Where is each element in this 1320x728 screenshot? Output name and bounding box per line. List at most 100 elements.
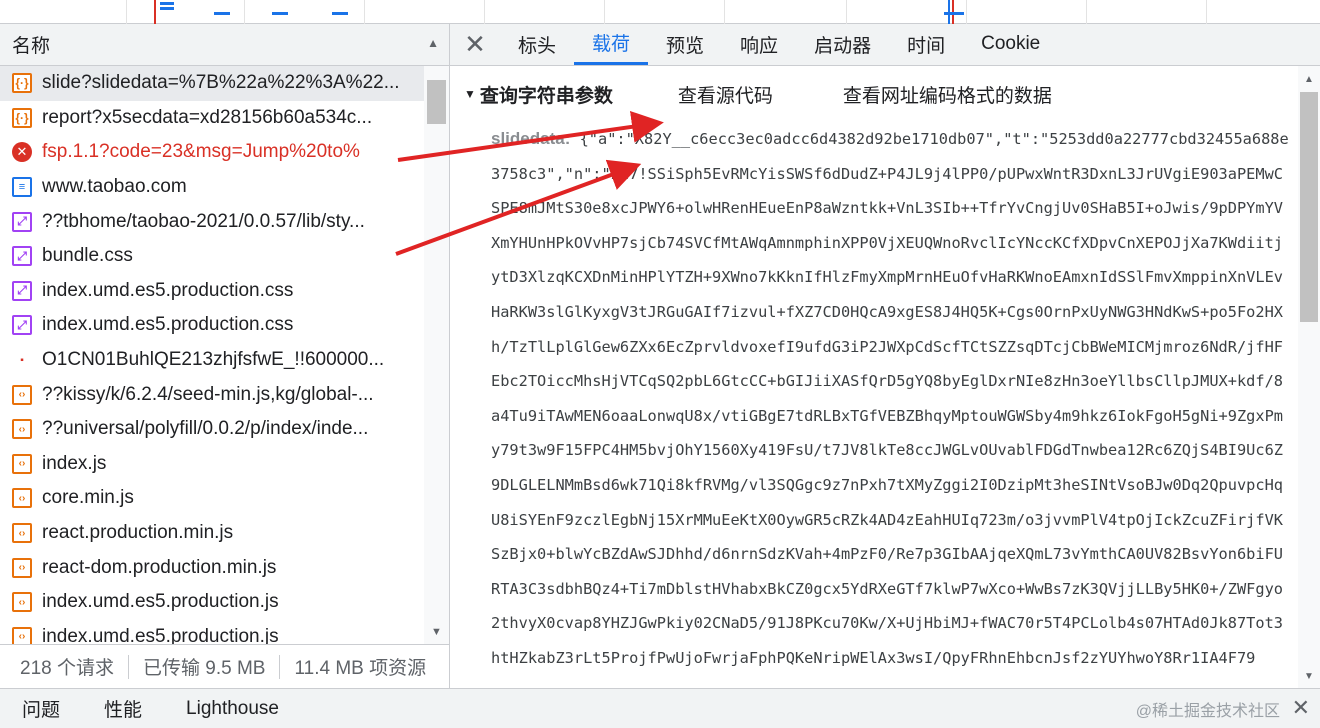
- timeline-gridline: [364, 0, 365, 24]
- drawer-tab-issues[interactable]: 问题: [0, 695, 82, 722]
- request-row[interactable]: ‹› ??kissy/k/6.2.4/seed-min.js,kg/global-…: [0, 377, 424, 412]
- request-row[interactable]: ⤢ index.umd.es5.production.css: [0, 308, 424, 343]
- stylesheet-icon: ⤢: [12, 211, 32, 232]
- timeline-marker-red: [154, 0, 156, 24]
- drawer-tab-lighthouse[interactable]: Lighthouse: [164, 698, 301, 720]
- error-icon: ✕: [12, 142, 32, 163]
- scroll-down-icon[interactable]: ▼: [1304, 671, 1314, 682]
- tab-preview[interactable]: 预览: [648, 23, 722, 65]
- network-status-bar: 218 个请求 已传输 9.5 MB 11.4 MB 项资源: [0, 644, 449, 688]
- tab-timing[interactable]: 时间: [889, 23, 963, 65]
- request-list-scrollbar[interactable]: ▼: [424, 66, 449, 644]
- name-column-label: 名称: [12, 36, 51, 57]
- close-details-icon[interactable]: ✕: [450, 23, 500, 65]
- tab-cookies[interactable]: Cookie: [963, 23, 1058, 65]
- timeline-bar: [272, 12, 288, 15]
- timeline-gridline: [126, 0, 127, 24]
- name-column-header[interactable]: 名称 ▲: [0, 24, 449, 66]
- request-row[interactable]: ‹› index.js: [0, 447, 424, 482]
- tab-initiator[interactable]: 启动器: [796, 23, 889, 65]
- request-name: index.umd.es5.production.js: [42, 591, 279, 613]
- timeline-gridline: [1086, 0, 1087, 24]
- view-source-link[interactable]: 查看源代码: [678, 81, 773, 108]
- request-list-panel: 名称 ▲ {·} slide?slidedata=%7B%22a%22%3A%22…: [0, 24, 450, 688]
- timeline-gridline: [966, 0, 967, 24]
- request-name: index.umd.es5.production.css: [42, 279, 294, 301]
- stylesheet-icon: ⤢: [12, 280, 32, 301]
- timeline-bar: [160, 7, 174, 10]
- request-row[interactable]: ‹› react-dom.production.min.js: [0, 550, 424, 585]
- script-icon: ‹›: [12, 557, 32, 578]
- param-key: slidedata:: [491, 129, 571, 148]
- scroll-down-icon[interactable]: ▼: [431, 626, 442, 638]
- request-name: fsp.1.1?code=23&msg=Jump%20to%: [42, 141, 360, 163]
- script-icon: ‹›: [12, 626, 32, 644]
- request-name: core.min.js: [42, 487, 134, 509]
- scrollbar-thumb[interactable]: [1300, 92, 1318, 322]
- request-name: react.production.min.js: [42, 522, 234, 544]
- watermark: @稀土掘金技术社区: [1135, 702, 1280, 720]
- request-name: react-dom.production.min.js: [42, 556, 277, 578]
- scrollbar-thumb[interactable]: [427, 80, 446, 124]
- request-name: index.umd.es5.production.css: [42, 314, 294, 336]
- request-name: index.js: [42, 452, 107, 474]
- query-params-section-header[interactable]: ▼ 查询字符串参数 查看源代码 查看网址编码格式的数据: [450, 66, 1298, 122]
- drawer-tab-bar: 问题 性能 Lighthouse @稀土掘金技术社区 ✕: [0, 688, 1320, 728]
- timeline-bar: [160, 2, 174, 5]
- request-row[interactable]: ‹› react.production.min.js: [0, 516, 424, 551]
- request-name: ??tbhome/taobao-2021/0.0.57/lib/sty...: [42, 210, 365, 232]
- status-divider: [279, 654, 281, 679]
- request-row[interactable]: ✕ fsp.1.1?code=23&msg=Jump%20to%: [0, 135, 424, 170]
- request-name: ??universal/polyfill/0.0.2/p/index/inde.…: [42, 418, 369, 440]
- image-icon: ▪: [20, 354, 24, 366]
- request-name: www.taobao.com: [42, 176, 187, 198]
- param-value[interactable]: {"a":"X82Y__c6ecc3ec0adcc6d4382d92be1710…: [491, 130, 1289, 667]
- timeline-gridline: [604, 0, 605, 24]
- request-row[interactable]: ‹› ??universal/polyfill/0.0.2/p/index/ind…: [0, 412, 424, 447]
- scroll-up-icon[interactable]: ▲: [427, 36, 439, 50]
- request-count: 218 个请求: [20, 658, 114, 679]
- request-row[interactable]: {·} slide?slidedata=%7B%22a%22%3A%22...: [0, 66, 424, 101]
- request-row[interactable]: ▪ O1CN01BuhlQE213zhjfsfwE_!!600000...: [0, 343, 424, 378]
- close-drawer-icon[interactable]: ✕: [1292, 695, 1310, 721]
- expand-triangle-icon[interactable]: ▼: [464, 87, 476, 101]
- timeline-bar: [214, 12, 230, 15]
- timeline-bar: [944, 12, 964, 15]
- tab-headers[interactable]: 标头: [500, 23, 574, 65]
- drawer-tab-performance[interactable]: 性能: [82, 695, 164, 722]
- request-details-panel: ✕ 标头 载荷 预览 响应 启动器 时间 Cookie ▼ 查询字符串参数 查看…: [450, 24, 1320, 688]
- script-icon: ‹›: [12, 488, 32, 509]
- request-name: index.umd.es5.production.js: [42, 625, 279, 644]
- request-row[interactable]: ⤢ ??tbhome/taobao-2021/0.0.57/lib/sty...: [0, 204, 424, 239]
- script-icon: ‹›: [12, 523, 32, 544]
- fetch-xhr-icon: {·}: [12, 107, 32, 128]
- request-row[interactable]: ‹› index.umd.es5.production.js: [0, 585, 424, 620]
- request-name: slide?slidedata=%7B%22a%22%3A%22...: [42, 72, 400, 94]
- request-row[interactable]: ≡ www.taobao.com: [0, 170, 424, 205]
- request-row[interactable]: ⤢ index.umd.es5.production.css: [0, 274, 424, 309]
- script-icon: ‹›: [12, 592, 32, 613]
- request-row[interactable]: ⤢ bundle.css: [0, 239, 424, 274]
- scroll-up-icon[interactable]: ▲: [1304, 74, 1314, 85]
- request-row[interactable]: ‹› core.min.js: [0, 481, 424, 516]
- query-params-title: 查询字符串参数: [479, 85, 613, 107]
- request-name: report?x5secdata=xd28156b60a534c...: [42, 106, 373, 128]
- script-icon: ‹›: [12, 419, 32, 440]
- details-tab-bar: ✕ 标头 载荷 预览 响应 启动器 时间 Cookie: [450, 24, 1320, 66]
- request-row[interactable]: ‹› index.umd.es5.production.js: [0, 620, 424, 644]
- tab-response[interactable]: 响应: [722, 23, 796, 65]
- request-row[interactable]: {·} report?x5secdata=xd28156b60a534c...: [0, 101, 424, 136]
- resources-size: 11.4 MB 项资源: [294, 658, 427, 679]
- view-url-encoded-link[interactable]: 查看网址编码格式的数据: [843, 81, 1052, 108]
- request-name: O1CN01BuhlQE213zhjfsfwE_!!600000...: [42, 349, 385, 371]
- request-list: {·} slide?slidedata=%7B%22a%22%3A%22... {·…: [0, 66, 424, 644]
- request-name: bundle.css: [42, 245, 133, 267]
- tab-payload[interactable]: 载荷: [574, 23, 649, 65]
- script-icon: ‹›: [12, 453, 32, 474]
- stylesheet-icon: ⤢: [12, 315, 32, 336]
- timeline-gridline: [484, 0, 485, 24]
- status-divider: [127, 654, 129, 679]
- network-overview-timeline[interactable]: [0, 0, 1320, 24]
- transferred-size: 已传输 9.5 MB: [142, 658, 266, 679]
- payload-scrollbar[interactable]: ▲ ▼: [1298, 66, 1320, 688]
